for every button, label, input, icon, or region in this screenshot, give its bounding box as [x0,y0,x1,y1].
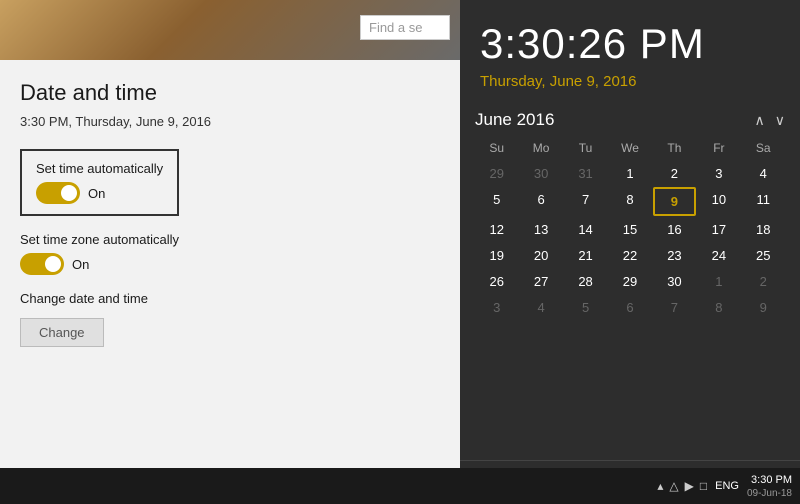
table-row[interactable]: 3 [475,295,518,320]
table-row[interactable]: 29 [475,161,518,186]
table-row[interactable]: 31 [564,161,607,186]
date-display: Thursday, June 9, 2016 [460,73,800,105]
table-row[interactable]: 13 [519,217,562,242]
left-panel: Find a se Date and time 3:30 PM, Thursda… [0,0,460,504]
set-timezone-auto-state: On [72,257,89,272]
table-row[interactable]: 2 [653,161,696,186]
left-top-bar: Find a se [0,0,460,60]
taskbar-language: ENG [715,480,739,492]
table-row[interactable]: 4 [742,161,785,186]
wifi-icon: △ [669,479,678,493]
table-row[interactable]: 30 [653,269,696,294]
table-row[interactable]: 18 [742,217,785,242]
prev-month-arrow[interactable]: ∧ [755,112,765,129]
table-row[interactable]: 8 [608,187,651,216]
table-row[interactable]: 1 [697,269,740,294]
table-row[interactable]: 15 [608,217,651,242]
table-row[interactable]: 9 [742,295,785,320]
calendar-container: June 2016 ∧ ∨ Su Mo Tu We Th Fr Sa 29 30… [460,105,800,460]
right-panel: 3:30:26 PM Thursday, June 9, 2016 June 2… [460,0,800,504]
change-button[interactable]: Change [20,318,104,347]
table-row[interactable]: 21 [564,243,607,268]
table-row[interactable]: 23 [653,243,696,268]
table-row[interactable]: 12 [475,217,518,242]
page-title: Date and time [20,80,440,106]
set-timezone-auto-row: On [20,253,440,275]
month-year-title: June 2016 [475,110,554,130]
table-row[interactable]: 3 [697,161,740,186]
table-row[interactable]: 6 [519,187,562,216]
table-row[interactable]: 11 [742,187,785,216]
search-box[interactable]: Find a se [360,15,450,40]
table-row[interactable]: 4 [519,295,562,320]
table-row[interactable]: 24 [697,243,740,268]
set-time-auto-toggle[interactable] [36,182,80,204]
next-month-arrow[interactable]: ∨ [775,112,785,129]
table-row[interactable]: 30 [519,161,562,186]
table-row[interactable]: 7 [564,187,607,216]
day-header-we: We [608,138,651,160]
current-datetime: 3:30 PM, Thursday, June 9, 2016 [20,114,440,129]
day-header-sa: Sa [742,138,785,160]
today-cell[interactable]: 9 [653,187,696,216]
table-row[interactable]: 2 [742,269,785,294]
set-timezone-auto-toggle[interactable] [20,253,64,275]
taskbar: ▴ △ ▶ □ ENG 3:30 PM 09-Jun-18 [0,468,800,504]
table-row[interactable]: 27 [519,269,562,294]
set-time-auto-label: Set time automatically [36,161,163,176]
set-timezone-auto-label: Set time zone automatically [20,232,440,247]
table-row[interactable]: 22 [608,243,651,268]
table-row[interactable]: 7 [653,295,696,320]
set-time-auto-block: Set time automatically On [20,149,179,216]
table-row[interactable]: 1 [608,161,651,186]
table-row[interactable]: 17 [697,217,740,242]
set-timezone-auto-block: Set time zone automatically On [20,232,440,275]
taskbar-date-bottom: 09-Jun-18 [747,488,792,499]
taskbar-time: 3:30 PM [751,473,792,487]
table-row[interactable]: 25 [742,243,785,268]
day-header-tu: Tu [564,138,607,160]
day-header-su: Su [475,138,518,160]
change-datetime-block: Change date and time Change [20,291,440,347]
calendar-grid: Su Mo Tu We Th Fr Sa 29 30 31 1 2 3 4 5 … [475,138,785,320]
taskbar-time-block: 3:30 PM 09-Jun-18 [747,473,792,498]
table-row[interactable]: 26 [475,269,518,294]
table-row[interactable]: 14 [564,217,607,242]
table-row[interactable]: 20 [519,243,562,268]
table-row[interactable]: 8 [697,295,740,320]
calendar-header: June 2016 ∧ ∨ [475,105,785,138]
table-row[interactable]: 10 [697,187,740,216]
message-icon: □ [700,479,707,493]
table-row[interactable]: 28 [564,269,607,294]
table-row[interactable]: 29 [608,269,651,294]
table-row[interactable]: 6 [608,295,651,320]
day-header-th: Th [653,138,696,160]
table-row[interactable]: 16 [653,217,696,242]
set-time-auto-state: On [88,186,105,201]
day-header-mo: Mo [519,138,562,160]
change-datetime-label: Change date and time [20,291,440,306]
clock-display: 3:30:26 PM [460,0,800,73]
speaker-icon: ▶ [685,479,694,493]
day-header-fr: Fr [697,138,740,160]
set-time-auto-row: On [36,182,163,204]
table-row[interactable]: 5 [564,295,607,320]
calendar-nav-arrows: ∧ ∨ [755,112,786,129]
network-icon: ▴ [657,479,663,493]
table-row[interactable]: 19 [475,243,518,268]
left-content: Date and time 3:30 PM, Thursday, June 9,… [0,60,460,504]
table-row[interactable]: 5 [475,187,518,216]
taskbar-icons: ▴ △ ▶ □ [657,479,707,493]
